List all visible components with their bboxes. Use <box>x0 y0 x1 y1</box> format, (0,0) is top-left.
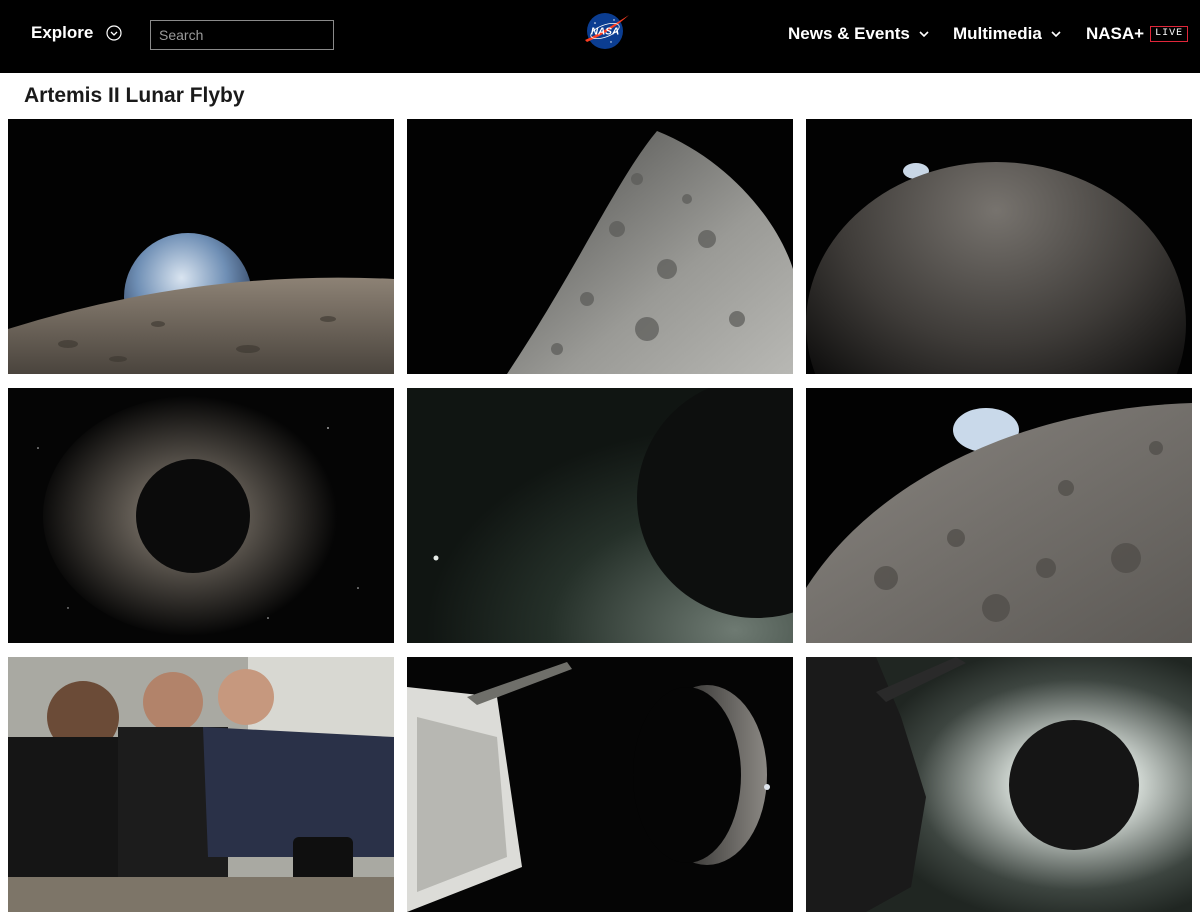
gallery-image-dark-moon-glow[interactable] <box>407 388 793 643</box>
gallery-image-eclipse-spacecraft[interactable] <box>806 657 1192 912</box>
nasa-logo-text: NASA <box>591 27 619 38</box>
live-badge: LIVE <box>1150 26 1189 42</box>
nav-news-and-events[interactable]: News & Events <box>788 24 930 44</box>
nav-nasa-plus[interactable]: NASA+ LIVE <box>1086 24 1189 44</box>
gallery-image-cratered-limb[interactable] <box>407 119 793 374</box>
nav-multimedia-label: Multimedia <box>953 24 1042 43</box>
nasa-logo[interactable]: NASA <box>581 9 631 51</box>
gallery-image-crew-window[interactable] <box>8 657 394 912</box>
search-input[interactable] <box>150 20 334 50</box>
nav-multimedia[interactable]: Multimedia <box>953 24 1062 44</box>
gallery-image-orion-spacecraft[interactable] <box>407 657 793 912</box>
gallery-image-eclipse-corona[interactable] <box>8 388 394 643</box>
gallery-image-earthrise[interactable] <box>8 119 394 374</box>
chevron-circle-down-icon <box>106 25 122 41</box>
gallery-image-earth-over-moon[interactable] <box>806 119 1192 374</box>
explore-menu-button[interactable]: Explore <box>31 23 122 43</box>
page-title: Artemis II Lunar Flyby <box>24 84 245 107</box>
top-navigation-bar: Explore NASA News & Events Multimedia NA… <box>0 0 1200 73</box>
image-gallery <box>8 119 1192 912</box>
chevron-down-icon <box>1051 31 1061 38</box>
nav-nasa-plus-label: NASA+ <box>1086 24 1145 43</box>
nav-news-and-events-label: News & Events <box>788 24 910 43</box>
gallery-image-earthset[interactable] <box>806 388 1192 643</box>
chevron-down-icon <box>919 31 929 38</box>
explore-label: Explore <box>31 23 94 42</box>
